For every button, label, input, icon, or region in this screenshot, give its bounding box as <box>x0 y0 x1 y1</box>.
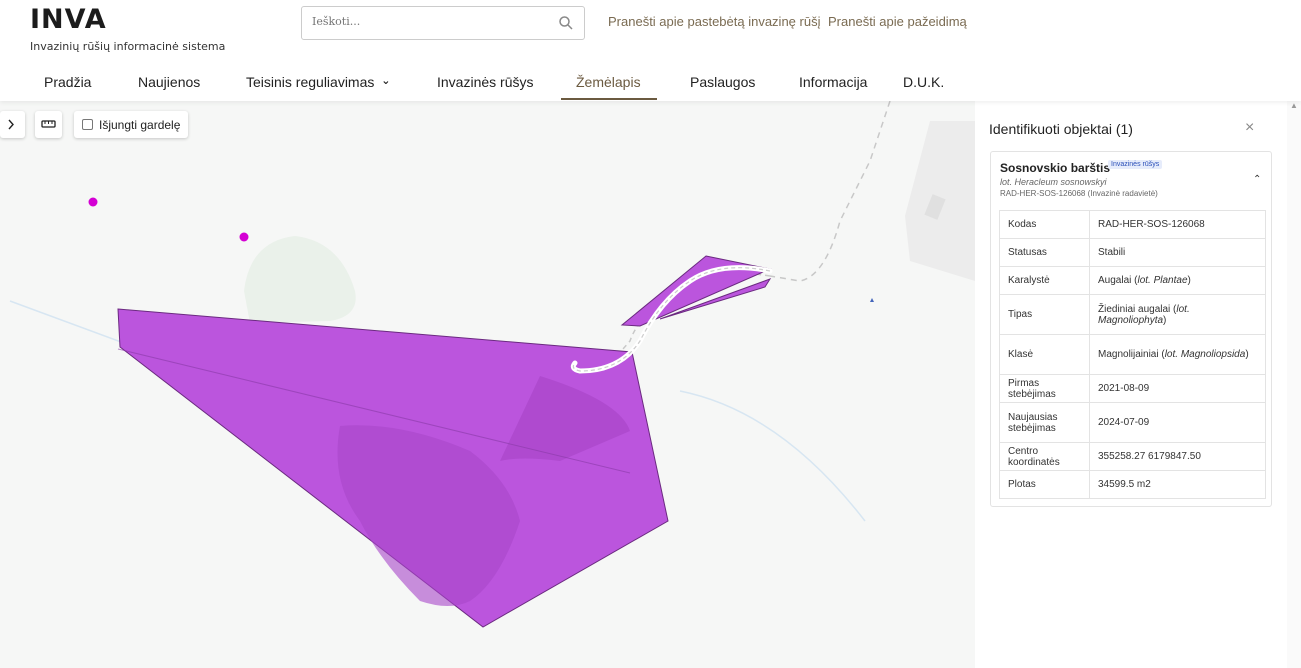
attr-value: 34599.5 m2 <box>1089 470 1266 499</box>
attr-value: 2024-07-09 <box>1089 402 1266 443</box>
main-nav: Pradžia Naujienos Teisinis reguliavimas … <box>0 68 980 101</box>
attr-value-latin: lot. Plantae <box>1137 275 1188 286</box>
table-row: Karalystė Augalai (lot. Plantae) <box>999 266 1266 295</box>
search-input[interactable] <box>312 15 542 28</box>
attr-value: 355258.27 6179847.50 <box>1089 442 1266 471</box>
grid-toggle-label: Išjungti gardelę <box>99 117 181 132</box>
map-marker[interactable] <box>870 298 874 302</box>
nav-item-map[interactable]: Žemėlapis <box>576 74 641 90</box>
identified-objects-panel: Identifikuoti objektai (1) × Sosnovskio … <box>975 101 1287 668</box>
attr-value-latin: lot. Magnoliopsida <box>1164 349 1246 360</box>
map-canvas[interactable]: Išjungti gardelę <box>0 101 975 668</box>
nav-item-services[interactable]: Paslaugos <box>690 74 755 90</box>
chevron-up-icon[interactable]: ⌃ <box>1253 174 1261 185</box>
site-logo[interactable]: INVA <box>30 4 107 35</box>
panel-title: Identifikuoti objektai (1) <box>989 121 1133 137</box>
ruler-icon <box>41 120 56 128</box>
scroll-up-arrow-icon[interactable]: ▲ <box>1290 101 1298 110</box>
grid-toggle[interactable]: Išjungti gardelę <box>74 111 189 138</box>
attr-value: Žiediniai augalai (lot. Magnoliophyta) <box>1089 294 1266 335</box>
search-box[interactable] <box>301 6 585 40</box>
table-row: Naujausias stebėjimas 2024-07-09 <box>999 402 1266 443</box>
attr-value-text: Augalai ( <box>1098 275 1138 286</box>
table-row: Statusas Stabili <box>999 238 1266 267</box>
nav-item-home[interactable]: Pradžia <box>44 74 91 90</box>
attr-value-close: ) <box>1245 349 1249 360</box>
attr-value-text: Magnolijainiai ( <box>1098 349 1165 360</box>
object-latin-name: lot. Heracleum sosnowskyi <box>1000 177 1107 187</box>
active-tab-underline <box>561 98 657 100</box>
nav-item-news[interactable]: Naujienos <box>138 74 200 90</box>
category-badge: Invazinės rūšys <box>1108 160 1163 169</box>
table-row: Plotas 34599.5 m2 <box>999 470 1266 499</box>
attr-key: Statusas <box>999 238 1090 267</box>
attr-value: 2021-08-09 <box>1089 374 1266 403</box>
site-header: INVA Invazinių rūšių informacinė sistema… <box>0 0 1301 101</box>
nav-item-legal[interactable]: Teisinis reguliavimas ⌄ <box>246 74 391 90</box>
chevron-down-icon: ⌄ <box>381 75 391 87</box>
attr-key: Pirmas stebėjimas <box>999 374 1090 403</box>
attr-value-close: ) <box>1163 314 1167 326</box>
close-icon[interactable]: × <box>1245 119 1254 137</box>
attr-value: Augalai (lot. Plantae) <box>1089 266 1266 295</box>
attr-value: Magnolijainiai (lot. Magnoliopsida) <box>1089 334 1266 375</box>
nav-item-faq[interactable]: D.U.K. <box>903 74 944 90</box>
report-invasive-link[interactable]: Pranešti apie pastebėtą invazinę rūšį <box>608 14 820 29</box>
attr-key: Plotas <box>999 470 1090 499</box>
object-card: Sosnovskio barštis Invazinės rūšys lot. … <box>990 151 1272 507</box>
attr-value: RAD-HER-SOS-126068 <box>1089 210 1266 239</box>
double-chevron-right-icon <box>8 119 14 130</box>
table-row: Tipas Žiediniai augalai (lot. Magnolioph… <box>999 294 1266 335</box>
object-code-line: RAD-HER-SOS-126068 (Invazinė radavietė) <box>1000 189 1158 198</box>
attr-key: Naujausias stebėjimas <box>999 402 1090 443</box>
attr-key: Klasė <box>999 334 1090 375</box>
attr-value-close: ) <box>1187 275 1191 286</box>
stream-line <box>679 390 866 522</box>
attr-key: Kodas <box>999 210 1090 239</box>
nav-item-invasive-species[interactable]: Invazinės rūšys <box>437 74 533 90</box>
table-row: Pirmas stebėjimas 2021-08-09 <box>999 374 1266 403</box>
attr-value: Stabili <box>1089 238 1266 267</box>
map-layer <box>9 101 975 628</box>
footpath-line <box>769 101 891 282</box>
terrain-patch <box>244 236 356 323</box>
report-violation-link[interactable]: Pranešti apie pažeidimą <box>828 14 967 29</box>
site-tagline: Invazinių rūšių informacinė sistema <box>30 40 226 53</box>
measure-button[interactable] <box>35 111 62 138</box>
attr-key: Karalystė <box>999 266 1090 295</box>
observation-point[interactable] <box>88 197 98 207</box>
attr-value-text: Žiediniai augalai ( <box>1098 303 1177 315</box>
table-row: Klasė Magnolijainiai (lot. Magnoliopsida… <box>999 334 1266 375</box>
nav-item-information[interactable]: Informacija <box>799 74 867 90</box>
attr-key: Tipas <box>999 294 1090 335</box>
observation-point[interactable] <box>239 232 249 242</box>
attr-key: Centro koordinatės <box>999 442 1090 471</box>
nav-item-legal-label: Teisinis reguliavimas <box>246 74 375 90</box>
page-scrollbar[interactable]: ▲ <box>1287 101 1301 668</box>
attributes-table: Kodas RAD-HER-SOS-126068 Statusas Stabil… <box>999 210 1266 499</box>
table-row: Kodas RAD-HER-SOS-126068 <box>999 210 1266 239</box>
table-row: Centro koordinatės 355258.27 6179847.50 <box>999 442 1266 471</box>
search-icon[interactable] <box>558 15 574 31</box>
object-name: Sosnovskio barštis <box>1000 161 1111 175</box>
expand-panel-button[interactable] <box>0 111 25 138</box>
grid-toggle-checkbox[interactable] <box>82 119 93 130</box>
